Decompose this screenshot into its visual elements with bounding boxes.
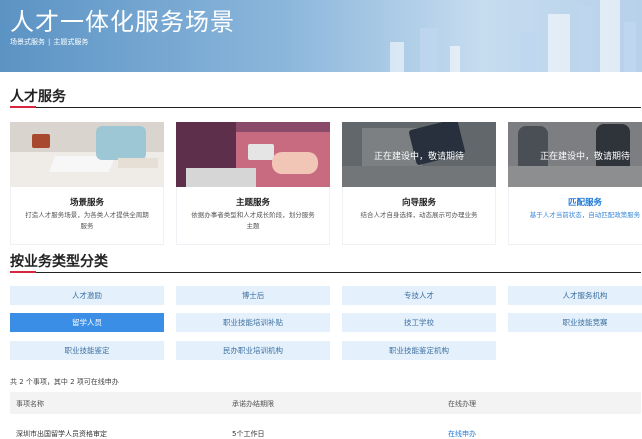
item-deadline: 5个工作日: [232, 430, 265, 438]
section-divider: [10, 106, 641, 108]
under-construction-label: 正在建设中，敬请期待: [539, 152, 630, 162]
card-body: 匹配服务 基于人才当前状态，自动匹配政策服务: [508, 187, 642, 245]
divider-accent: [10, 271, 36, 273]
card-description: 依据办事者类型和人才成长阶段，划分服务主题: [191, 211, 315, 230]
card-scene-service[interactable]: 场景服务 打造人才服务场景，为各类人才提供全周期服务: [10, 122, 164, 245]
card-match-service[interactable]: 正在建设中，敬请期待 匹配服务 基于人才当前状态，自动匹配政策服务: [508, 122, 642, 245]
table-header: 事项名称 承诺办结期限 在线办理: [10, 392, 641, 414]
divider-accent: [10, 106, 36, 108]
page-title: 人才一体化服务场景: [10, 8, 235, 36]
scene-service-link[interactable]: 场景式服务: [10, 38, 45, 46]
card-body: 向导服务 结合人才自身选择，动态展示可办理业务: [342, 187, 496, 245]
card-image-card-payment: [176, 122, 330, 187]
building-shape: [600, 0, 620, 72]
card-image-desk: [10, 122, 164, 187]
card-body: 场景服务 打造人才服务场景，为各类人才提供全周期服务: [10, 187, 164, 245]
card-description: 基于人才当前状态，自动匹配政策服务: [529, 211, 641, 219]
card-description: 结合人才自身选择，动态展示可办理业务: [360, 211, 478, 219]
category-button-professional-talent[interactable]: 专技人才: [342, 286, 496, 305]
under-construction-label: 正在建设中，敬请期待: [373, 152, 464, 162]
card-body: 主题服务 依据办事者类型和人才成长阶段，划分服务主题: [176, 187, 330, 245]
column-header-name: 事项名称: [16, 400, 44, 408]
category-button-training-subsidy[interactable]: 职业技能培训补贴: [176, 313, 330, 332]
card-title: 主题服务: [235, 198, 270, 208]
category-button-talent-incentive[interactable]: 人才激励: [10, 286, 164, 305]
category-button-overseas-students[interactable]: 留学人员: [10, 313, 164, 332]
hero-banner: 人才一体化服务场景 场景式服务 | 主题式服务: [0, 0, 642, 72]
item-name[interactable]: 深圳市出国留学人员资格审定: [16, 429, 107, 439]
category-button-private-training[interactable]: 民办职业培训机构: [176, 341, 330, 360]
banner-subnav: 场景式服务 | 主题式服务: [10, 37, 88, 47]
items-summary: 共 2 个事项，其中 2 项可在线申办: [10, 378, 119, 386]
card-theme-service[interactable]: 主题服务 依据办事者类型和人才成长阶段，划分服务主题: [176, 122, 330, 245]
category-button-appraisal-agency[interactable]: 职业技能鉴定机构: [342, 341, 496, 360]
section-title-talent-services: 人才服务: [10, 89, 66, 105]
card-title: 场景服务: [69, 198, 104, 208]
building-shape: [420, 28, 438, 72]
card-image-tablet: 正在建设中，敬请期待: [342, 122, 496, 187]
card-description: 打造人才服务场景，为各类人才提供全周期服务: [25, 211, 149, 230]
theme-service-link[interactable]: 主题式服务: [53, 38, 88, 46]
card-title: 匹配服务: [567, 198, 602, 208]
category-button-technical-school[interactable]: 技工学校: [342, 313, 496, 332]
subnav-separator: |: [48, 38, 51, 46]
card-guide-service[interactable]: 正在建设中，敬请期待 向导服务 结合人才自身选择，动态展示可办理业务: [342, 122, 496, 245]
card-title: 向导服务: [401, 198, 436, 208]
card-image-office: 正在建设中，敬请期待: [508, 122, 642, 187]
section-divider: [10, 271, 641, 273]
column-header-deadline: 承诺办结期限: [232, 400, 274, 408]
section-title-categories: 按业务类型分类: [10, 254, 108, 270]
category-button-skills-appraisal[interactable]: 职业技能鉴定: [10, 341, 164, 360]
category-button-postdoc[interactable]: 博士后: [176, 286, 330, 305]
building-shape: [450, 46, 460, 72]
building-shape: [578, 6, 592, 72]
building-shape: [520, 32, 536, 72]
column-header-online: 在线办理: [448, 400, 476, 408]
category-button-talent-agency[interactable]: 人才服务机构: [508, 286, 642, 305]
building-shape: [548, 14, 570, 72]
building-shape: [624, 22, 636, 72]
table-row: 深圳市出国留学人员资格审定 5个工作日 在线申办: [10, 424, 641, 439]
apply-online-link[interactable]: 在线申办: [448, 429, 476, 439]
building-shape: [390, 42, 404, 72]
category-button-skills-competition[interactable]: 职业技能竞赛: [508, 313, 642, 332]
